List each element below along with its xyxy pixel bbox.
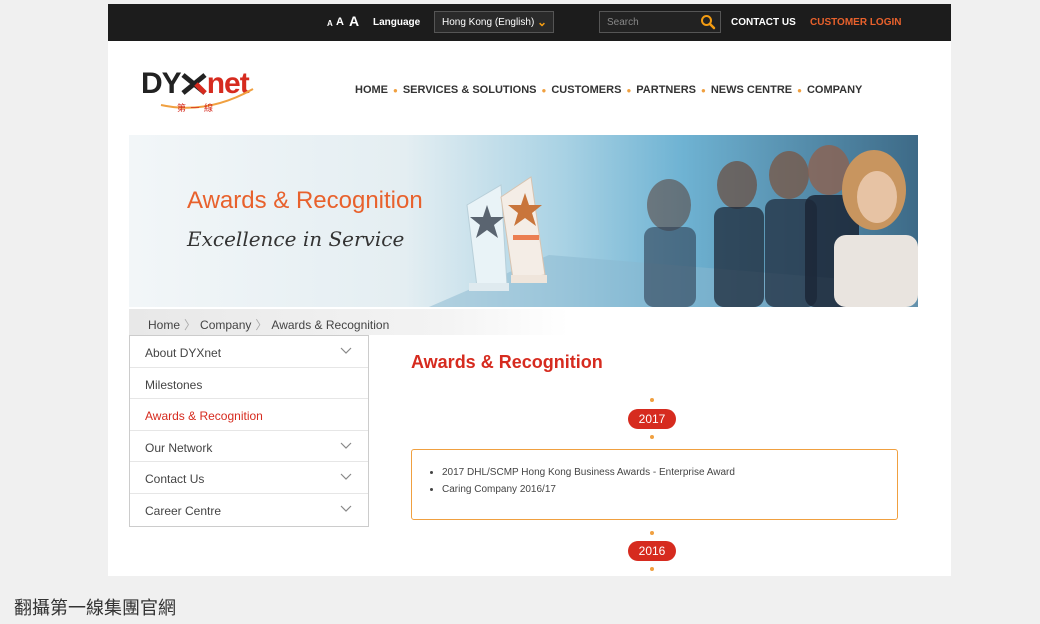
sidebar-item-contact[interactable]: Contact Us	[130, 462, 368, 494]
language-label: Language	[373, 17, 421, 28]
sidebar-item-label: Contact Us	[145, 472, 205, 486]
sidebar-item-label: Milestones	[145, 377, 203, 392]
chevron-down-icon: ⌄	[536, 15, 547, 29]
sidebar-item-label: Our Network	[145, 440, 213, 455]
breadcrumb-company[interactable]: Company	[200, 318, 251, 332]
top-utility-bar: A A A Language Hong Kong (English) ⌄ Sea…	[108, 4, 951, 41]
search-placeholder: Search	[607, 17, 639, 28]
customer-login-link[interactable]: CUSTOMER LOGIN	[810, 17, 901, 28]
chevron-down-icon[interactable]	[340, 344, 352, 356]
chevron-right-icon: 〉	[255, 318, 268, 332]
nav-customers[interactable]: CUSTOMERS	[551, 84, 621, 98]
sidebar-item-label: Awards & Recognition	[145, 409, 263, 423]
sidebar-item-awards[interactable]: Awards & Recognition	[130, 399, 368, 431]
hero-banner: Awards & Recognition Excellence in Servi…	[129, 135, 918, 307]
award-item: Caring Company 2016/17	[430, 481, 879, 498]
sidebar-item-about[interactable]: About DYXnet	[130, 336, 368, 368]
nav-services[interactable]: SERVICES & SOLUTIONS	[403, 84, 537, 98]
photo-caption: 翻攝第一線集團官網	[14, 598, 176, 619]
search-input[interactable]: Search	[599, 11, 721, 33]
nav-partners[interactable]: PARTNERS	[636, 84, 696, 98]
nav-separator-icon: ●	[626, 86, 632, 95]
chevron-down-icon[interactable]	[340, 470, 352, 482]
sidebar-item-label: About DYXnet	[145, 346, 222, 360]
nav-separator-icon: ●	[541, 86, 547, 95]
nav-separator-icon: ●	[393, 86, 398, 95]
nav-home[interactable]: HOME	[355, 84, 388, 98]
year-badge-2017: 2017	[628, 409, 676, 429]
language-select[interactable]: Hong Kong (English) ⌄	[434, 11, 554, 33]
breadcrumb: Home 〉 Company 〉 Awards & Recognition	[129, 309, 569, 335]
timeline-dot	[650, 435, 654, 439]
banner-title: Awards & Recognition	[187, 187, 423, 214]
chevron-right-icon: 〉	[184, 318, 197, 332]
website-frame: A A A Language Hong Kong (English) ⌄ Sea…	[108, 4, 951, 576]
language-value: Hong Kong (English)	[442, 17, 535, 28]
chevron-down-icon[interactable]	[340, 439, 352, 451]
sidebar-item-career[interactable]: Career Centre	[130, 494, 368, 526]
year-badge-2016: 2016	[628, 541, 676, 561]
timeline-dot	[650, 531, 654, 535]
font-size-large-button[interactable]: A	[349, 14, 359, 28]
nav-news-centre[interactable]: NEWS CENTRE	[711, 84, 792, 98]
sidebar-item-our-network[interactable]: Our Network	[130, 431, 368, 462]
banner-subtitle: Excellence in Service	[187, 227, 405, 251]
banner-artwork	[429, 145, 918, 307]
sidebar-item-milestones[interactable]: Milestones	[130, 368, 368, 399]
nav-separator-icon: ●	[700, 86, 706, 95]
chevron-down-icon[interactable]	[340, 502, 352, 514]
timeline-dot	[650, 567, 654, 571]
award-item: 2017 DHL/SCMP Hong Kong Business Awards …	[430, 464, 879, 481]
breadcrumb-current: Awards & Recognition	[271, 318, 390, 332]
sidebar-menu: About DYXnet Milestones Awards & Recogni…	[129, 335, 369, 527]
font-size-medium-button[interactable]: A	[336, 17, 344, 28]
nav-separator-icon: ●	[797, 86, 802, 95]
sidebar-item-label: Career Centre	[145, 503, 222, 518]
awards-list: 2017 DHL/SCMP Hong Kong Business Awards …	[430, 464, 879, 498]
font-size-small-button[interactable]: A	[327, 20, 333, 28]
breadcrumb-home[interactable]: Home	[148, 318, 180, 332]
contact-us-link[interactable]: CONTACT US	[731, 17, 796, 28]
main-navigation: HOME ● SERVICES & SOLUTIONS ● CUSTOMERS …	[355, 84, 862, 98]
awards-card-2017: 2017 DHL/SCMP Hong Kong Business Awards …	[411, 449, 898, 520]
dyxnet-logo[interactable]: DY net 第 一 線	[141, 67, 261, 117]
logo-chinese-text: 第 一 線	[177, 103, 215, 113]
timeline-dot	[650, 398, 654, 402]
page-title: Awards & Recognition	[411, 352, 603, 372]
nav-company[interactable]: COMPANY	[807, 84, 862, 98]
search-icon[interactable]	[700, 14, 716, 30]
